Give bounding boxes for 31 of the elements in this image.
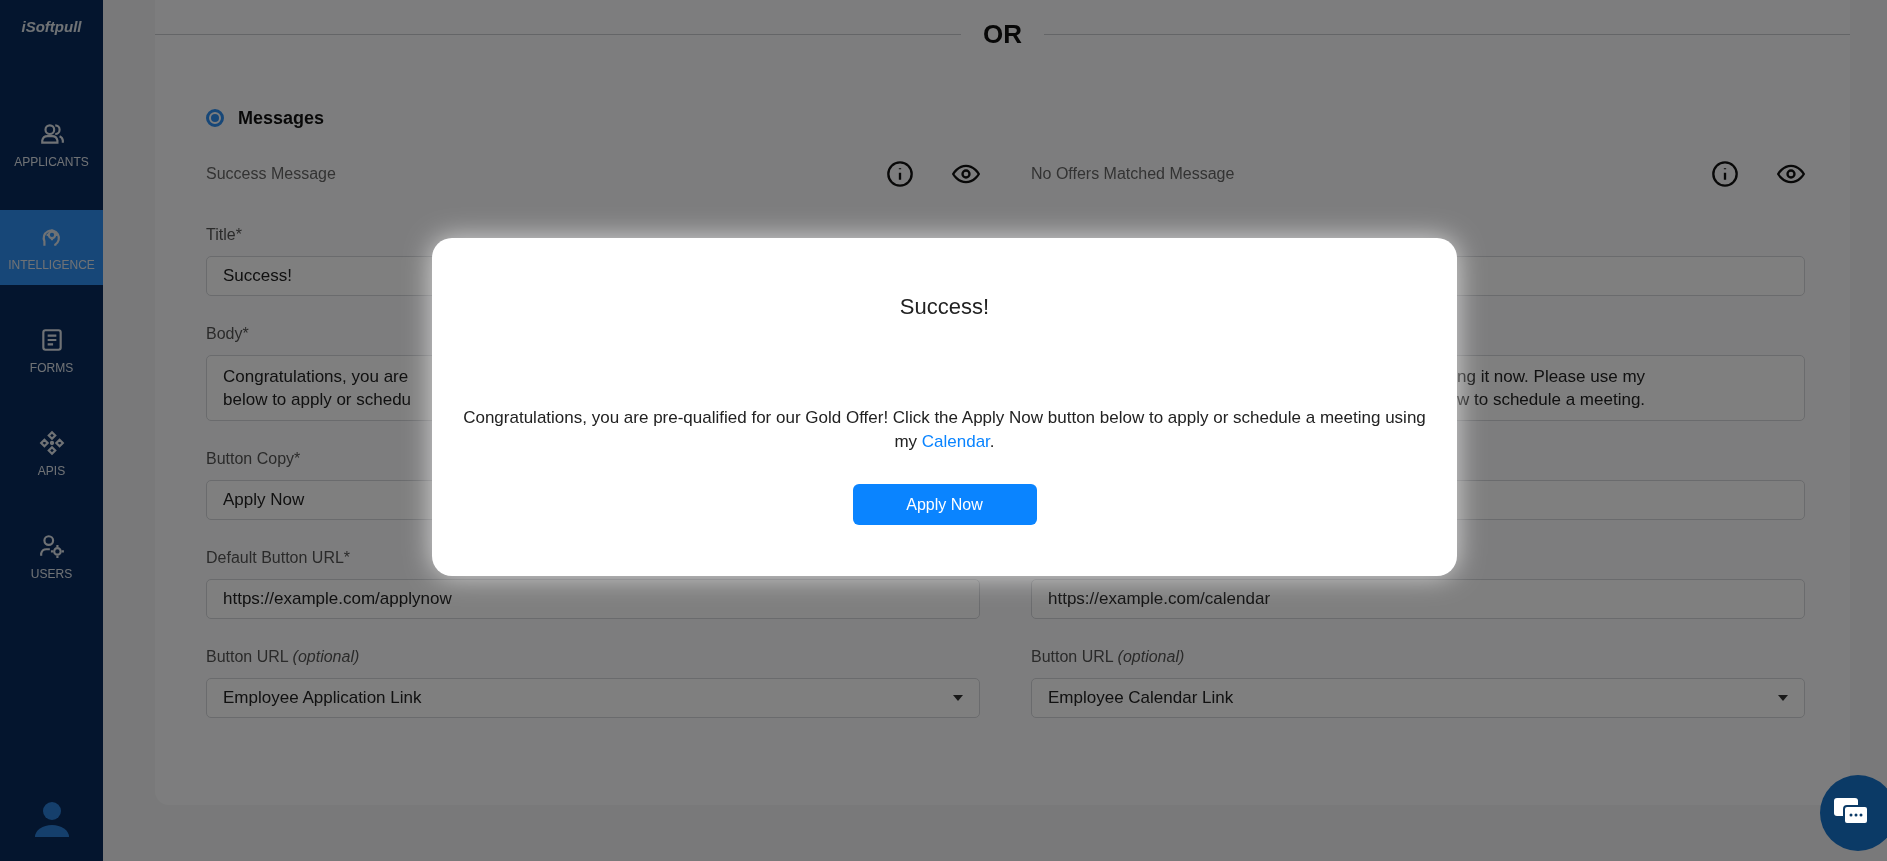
column-heading: No Offers Matched Message (1031, 165, 1236, 183)
select-field[interactable]: Employee Calendar Link (1031, 678, 1805, 718)
field-label: Button URL (optional) (206, 647, 361, 667)
field-label: Button Copy* (206, 449, 302, 469)
field-label: Default Button URL* (206, 548, 352, 568)
api-icon (38, 429, 65, 456)
input-field[interactable]: https://example.com/calendar (1031, 579, 1805, 619)
sidebar-item[interactable]: APPLICANTS (0, 107, 103, 182)
section-title: Messages (238, 107, 325, 129)
caret-icon (1778, 695, 1788, 701)
sidebar-item[interactable]: APIS (0, 416, 103, 491)
caret-icon (953, 695, 963, 701)
calendar-link[interactable]: Calendar (921, 432, 990, 451)
sidebar-item[interactable]: FORMS (0, 313, 103, 388)
field-label: Body* (206, 324, 250, 344)
info-icon[interactable] (1711, 160, 1739, 188)
users-icon (38, 532, 65, 559)
apply-now-button[interactable]: Apply Now (852, 484, 1037, 525)
column-heading: Success Message (206, 165, 337, 183)
dialog-message: Congratulations, you are pre-qualified for our Gold Offer! Click the Apply Now button below to apply or schedule a meeting using my Calendar. (462, 407, 1427, 453)
divider-text: OR (983, 18, 1022, 50)
select-field[interactable]: Employee Application Link (206, 678, 980, 718)
info-icon[interactable] (886, 160, 914, 188)
dialog-title: Success! (899, 294, 990, 320)
field-label: Button URL (optional) (1031, 647, 1186, 667)
input-field[interactable]: https://example.com/applynow (206, 579, 980, 619)
sidebar-item[interactable]: USERS (0, 519, 103, 594)
logo: iSoftpull (21, 18, 82, 35)
field-label: Title* (206, 225, 243, 245)
sidebar-item[interactable]: INTELLIGENCE (0, 210, 103, 285)
radio-button[interactable] (206, 109, 224, 127)
